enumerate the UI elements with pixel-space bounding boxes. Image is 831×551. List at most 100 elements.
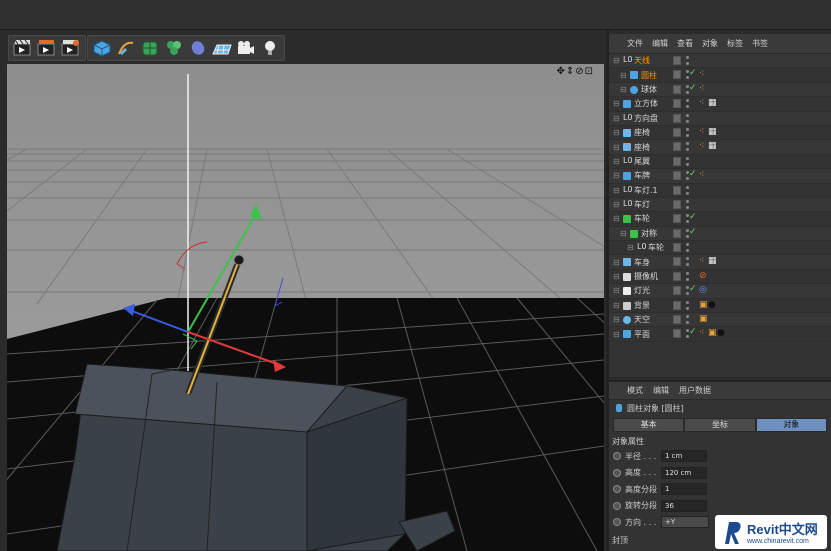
enabled-check-icon[interactable]: ✓ [689, 169, 697, 179]
object-name[interactable]: 座椅 [634, 127, 650, 138]
expand-toggle-icon[interactable]: ⊟ [627, 243, 634, 252]
object-row[interactable]: ⊟ L0 车轮 [609, 241, 831, 256]
visibility-dots-icon[interactable] [686, 127, 689, 137]
expand-toggle-icon[interactable]: ⊟ [613, 114, 620, 123]
layer-swatch[interactable] [673, 99, 681, 109]
expand-toggle-icon[interactable]: ⊟ [613, 315, 620, 324]
expand-toggle-icon[interactable]: ⊟ [613, 157, 620, 166]
expand-toggle-icon[interactable]: ⊟ [613, 330, 620, 339]
object-name[interactable]: 圆柱 [641, 70, 657, 81]
object-row[interactable]: ⊟ 摄像机 ⊘ [609, 270, 831, 285]
object-name[interactable]: 灯光 [634, 285, 650, 296]
object-name[interactable]: 球体 [641, 84, 657, 95]
expand-toggle-icon[interactable]: ⊟ [613, 56, 620, 65]
menu-file[interactable]: 文件 [627, 38, 643, 49]
phong-tag-icon[interactable]: ⁖ [699, 84, 704, 94]
expand-toggle-icon[interactable]: ⊟ [613, 186, 620, 195]
expand-toggle-icon[interactable]: ⊟ [613, 214, 620, 223]
phong-tag-icon[interactable]: ⁖ [699, 98, 704, 108]
material-tag-icon[interactable]: ● [708, 300, 716, 310]
expand-toggle-icon[interactable]: ⊟ [613, 200, 620, 209]
object-row[interactable]: ⊟ 车身 ⁖ ▦ [609, 255, 831, 270]
render-settings-icon[interactable] [60, 38, 82, 58]
3d-viewport[interactable]: ✥⇕⊘⊡ [7, 64, 604, 551]
layer-swatch[interactable] [673, 315, 681, 325]
object-row[interactable]: ⊟ 对称 ✓ [609, 226, 831, 242]
display-tag-icon[interactable]: ▣ [708, 328, 717, 338]
phong-tag-icon[interactable]: ⁖ [699, 141, 704, 151]
display-tag-icon[interactable]: ▣ [699, 300, 708, 310]
property-value-field[interactable]: 36 [661, 499, 707, 512]
layer-swatch[interactable] [673, 300, 681, 310]
visibility-dots-icon[interactable] [686, 199, 689, 209]
menu-object[interactable]: 对象 [702, 38, 718, 49]
object-row[interactable]: ⊟ 座椅 ⁖ ▦ [609, 126, 831, 141]
tab-basic[interactable]: 基本 [613, 418, 685, 432]
menu-mode[interactable]: 模式 [627, 385, 643, 396]
expand-toggle-icon[interactable]: ⊟ [620, 71, 627, 80]
layer-swatch[interactable] [673, 127, 681, 137]
enabled-check-icon[interactable]: ✓ [689, 83, 697, 93]
object-row[interactable]: ⊟ 车牌 ✓ ⁖ [609, 169, 831, 184]
protect-tag-icon[interactable]: ⊘ [699, 271, 707, 281]
pen-spline-icon[interactable] [115, 38, 137, 58]
animate-radio-icon[interactable] [613, 485, 621, 494]
visibility-dots-icon[interactable] [686, 142, 689, 152]
layer-swatch[interactable] [673, 257, 681, 267]
expand-toggle-icon[interactable]: ⊟ [613, 143, 620, 152]
object-name[interactable]: 车轮 [648, 242, 664, 253]
object-name[interactable]: 天线 [634, 55, 650, 66]
cube-icon[interactable] [91, 38, 113, 58]
floor-icon[interactable] [211, 38, 233, 58]
animate-radio-icon[interactable] [613, 501, 621, 510]
viewport-navigation-icons[interactable]: ✥⇕⊘⊡ [556, 66, 594, 77]
menu-bookmark[interactable]: 书签 [752, 38, 768, 49]
light-icon[interactable] [259, 38, 281, 58]
layer-swatch[interactable] [673, 70, 681, 80]
layer-swatch[interactable] [673, 286, 681, 296]
property-value-field[interactable]: +Y [661, 516, 709, 529]
enabled-check-icon[interactable]: ✓ [689, 212, 697, 222]
expand-toggle-icon[interactable]: ⊟ [613, 286, 620, 295]
object-name[interactable]: 车牌 [634, 170, 650, 181]
phong-tag-icon[interactable]: ⁖ [699, 69, 704, 79]
layer-swatch[interactable] [673, 329, 681, 339]
layer-swatch[interactable] [673, 271, 681, 281]
layer-swatch[interactable] [673, 228, 681, 238]
layer-swatch[interactable] [673, 185, 681, 195]
object-row[interactable]: ⊟ 天空 ▣ [609, 313, 831, 328]
menu-tag[interactable]: 标签 [727, 38, 743, 49]
property-value-field[interactable]: 1 cm [661, 450, 707, 463]
visibility-dots-icon[interactable] [686, 99, 689, 109]
visibility-dots-icon[interactable] [686, 315, 689, 325]
expand-toggle-icon[interactable]: ⊟ [613, 171, 620, 180]
deformer-icon[interactable] [187, 38, 209, 58]
checker-tag-icon[interactable]: ▦ [708, 127, 717, 137]
object-name[interactable]: 平面 [634, 329, 650, 340]
expand-toggle-icon[interactable]: ⊟ [620, 229, 627, 238]
expand-toggle-icon[interactable]: ⊟ [613, 128, 620, 137]
object-row[interactable]: ⊟ 座椅 ⁖ ▦ [609, 140, 831, 155]
menu-view[interactable]: 查看 [677, 38, 693, 49]
object-row[interactable]: ⊟ 背景 ▣ ● [609, 299, 831, 314]
cloner-icon[interactable] [163, 38, 185, 58]
object-row[interactable]: ⊟ 灯光 ✓ ◎ [609, 284, 831, 299]
layer-swatch[interactable] [673, 142, 681, 152]
property-value-field[interactable]: 1 [661, 483, 707, 496]
object-name[interactable]: 车身 [634, 257, 650, 268]
render-picture-viewer-icon[interactable] [36, 38, 58, 58]
object-name[interactable]: 车灯.1 [634, 185, 658, 196]
animate-radio-icon[interactable] [613, 452, 621, 461]
menu-edit[interactable]: 编辑 [652, 38, 668, 49]
object-row[interactable]: ⊟ 立方体 ⁖ ▦ [609, 97, 831, 112]
tab-object[interactable]: 对象 [755, 418, 827, 432]
object-row[interactable]: ⊟ 球体 ✓ ⁖ [609, 82, 831, 98]
expand-toggle-icon[interactable]: ⊟ [613, 301, 620, 310]
object-row[interactable]: ⊟ 圆柱 ✓ ⁖ [609, 68, 831, 83]
object-row[interactable]: ⊟ L0 天线 [609, 54, 831, 69]
visibility-dots-icon[interactable] [686, 113, 689, 123]
material-tag-icon[interactable]: ● [717, 328, 725, 338]
expand-toggle-icon[interactable]: ⊟ [613, 258, 620, 267]
object-name[interactable]: 尾翼 [634, 156, 650, 167]
visibility-dots-icon[interactable] [686, 156, 689, 166]
